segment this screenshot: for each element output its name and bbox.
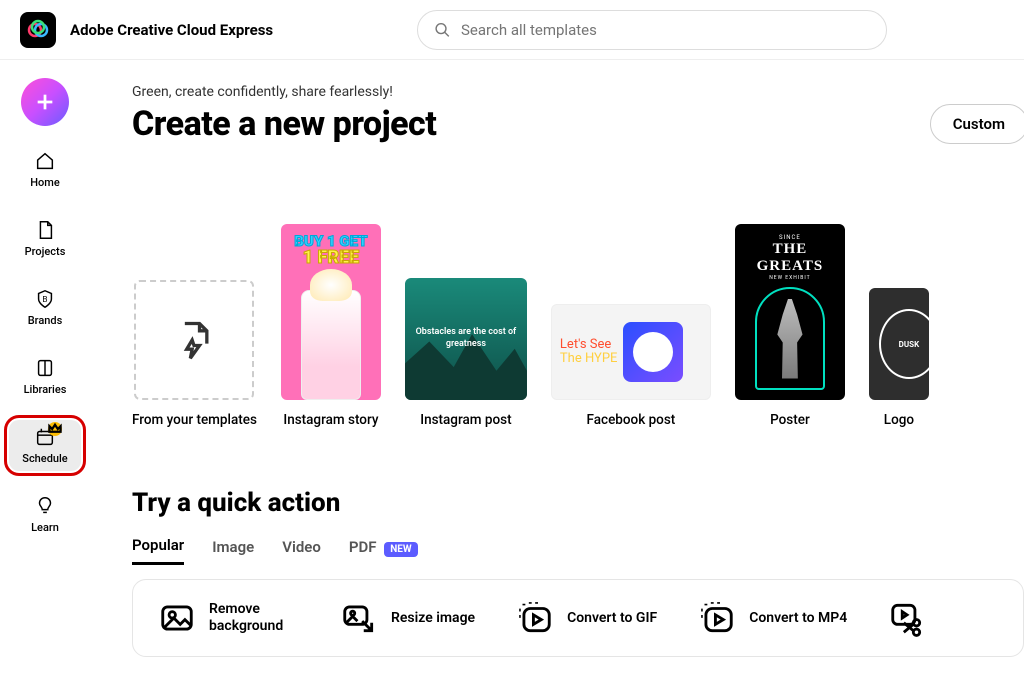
search-icon: [434, 21, 451, 39]
crown-icon: [48, 422, 62, 436]
action-trim-video[interactable]: [887, 598, 927, 638]
sidebar-item-label: Home: [30, 176, 60, 189]
sidebar-item-learn[interactable]: Learn: [9, 489, 81, 540]
mp4-icon: [697, 598, 737, 638]
action-label: Resize image: [391, 610, 475, 627]
app-logo: [20, 12, 56, 48]
sidebar-item-label: Brands: [28, 314, 63, 327]
quick-action-title: Try a quick action: [132, 488, 1024, 518]
template-label: Instagram post: [420, 412, 511, 428]
image-icon: [157, 598, 197, 638]
action-convert-to-mp4[interactable]: Convert to MP4: [697, 598, 847, 638]
tab-pdf[interactable]: PDF NEW: [349, 538, 418, 564]
template-instagram-story[interactable]: BUY 1 GET1 FREE Instagram story: [281, 224, 381, 428]
template-thumb: SINCE THE GREATS NEW EXHIBIT: [735, 224, 845, 400]
page-title: Create a new project: [132, 104, 436, 144]
quick-action-tabs: Popular Image Video PDF NEW: [132, 536, 1024, 565]
app-header: Adobe Creative Cloud Express: [0, 0, 1024, 60]
lightbulb-icon: [34, 495, 56, 517]
gif-icon: [515, 598, 555, 638]
svg-text:B: B: [42, 295, 47, 305]
create-button[interactable]: [21, 78, 69, 126]
template-from-your-templates[interactable]: From your templates: [132, 280, 257, 428]
sidebar-item-label: Projects: [25, 245, 66, 258]
sidebar-item-label: Learn: [31, 521, 59, 534]
quick-actions-panel: Remove background Resize image Convert t…: [132, 579, 1024, 657]
template-logo[interactable]: DUSK Logo: [869, 288, 929, 428]
sidebar-item-libraries[interactable]: Libraries: [9, 351, 81, 402]
template-thumb: DUSK: [869, 288, 929, 400]
app-title: Adobe Creative Cloud Express: [70, 21, 273, 39]
calendar-icon: [34, 426, 56, 448]
template-label: From your templates: [132, 412, 257, 428]
main-content: Green, create confidently, share fearles…: [90, 60, 1024, 700]
action-convert-to-gif[interactable]: Convert to GIF: [515, 598, 657, 638]
action-label: Convert to MP4: [749, 610, 847, 627]
sidebar: Home Projects B Brands Libraries Schedul…: [0, 60, 90, 700]
template-label: Poster: [770, 412, 810, 428]
tab-popular[interactable]: Popular: [132, 536, 184, 565]
home-icon: [34, 150, 56, 172]
tagline: Green, create confidently, share fearles…: [132, 84, 1024, 100]
sidebar-item-schedule[interactable]: Schedule: [9, 420, 81, 471]
search-bar[interactable]: [417, 10, 887, 50]
template-thumb: [134, 280, 254, 400]
sidebar-item-brands[interactable]: B Brands: [9, 282, 81, 333]
template-label: Logo: [884, 412, 914, 428]
templates-row: From your templates BUY 1 GET1 FREE Inst…: [132, 224, 1024, 428]
action-remove-background[interactable]: Remove background: [157, 598, 299, 638]
plus-icon: [34, 91, 56, 113]
template-label: Facebook post: [587, 412, 676, 428]
template-thumb: Obstacles are the cost of greatness: [405, 278, 527, 400]
resize-icon: [339, 598, 379, 638]
search-input[interactable]: [461, 21, 870, 39]
scissors-icon: [887, 598, 927, 638]
custom-size-button[interactable]: Custom: [930, 104, 1024, 144]
template-label: Instagram story: [283, 412, 378, 428]
sidebar-item-home[interactable]: Home: [9, 144, 81, 195]
action-resize-image[interactable]: Resize image: [339, 598, 475, 638]
file-icon: [34, 219, 56, 241]
action-label: Remove background: [209, 601, 299, 635]
sidebar-item-projects[interactable]: Projects: [9, 213, 81, 264]
sidebar-item-label: Libraries: [24, 383, 67, 396]
new-badge: NEW: [384, 542, 417, 557]
sidebar-item-label: Schedule: [22, 452, 67, 465]
tab-image[interactable]: Image: [212, 538, 254, 564]
book-icon: [34, 357, 56, 379]
action-label: Convert to GIF: [567, 610, 657, 627]
template-instagram-post[interactable]: Obstacles are the cost of greatness Inst…: [405, 278, 527, 428]
shield-icon: B: [34, 288, 56, 310]
tab-video[interactable]: Video: [282, 538, 321, 564]
template-thumb: BUY 1 GET1 FREE: [281, 224, 381, 400]
file-bolt-icon: [172, 318, 216, 362]
template-thumb: Let's SeeThe HYPE: [551, 304, 711, 400]
template-facebook-post[interactable]: Let's SeeThe HYPE Facebook post: [551, 304, 711, 428]
template-poster[interactable]: SINCE THE GREATS NEW EXHIBIT Poster: [735, 224, 845, 428]
